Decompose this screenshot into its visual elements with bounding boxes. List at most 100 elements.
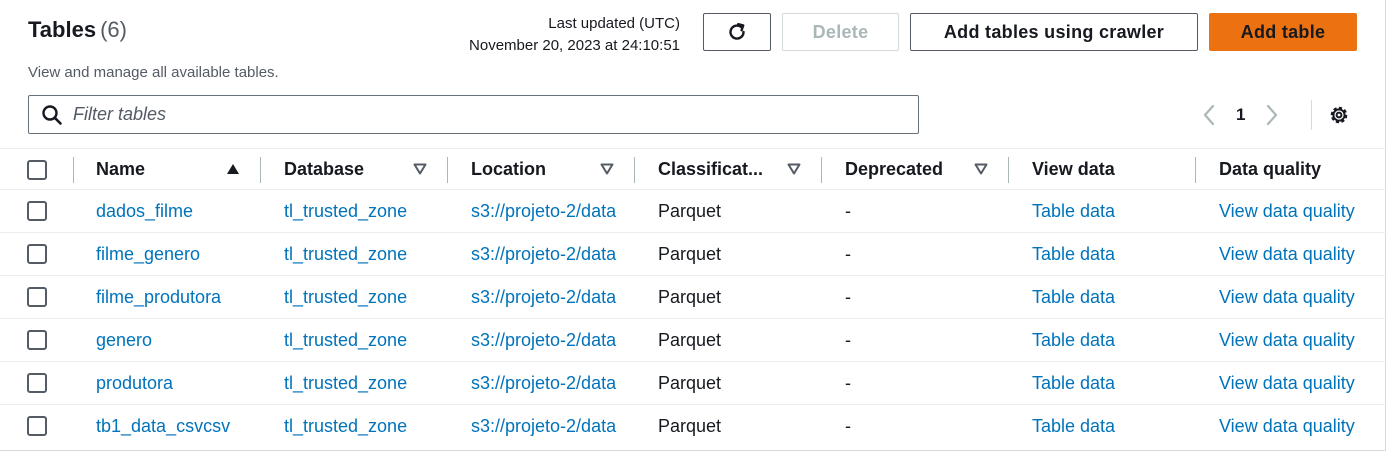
location-link[interactable]: s3://projeto-2/data (471, 190, 637, 232)
column-header-name[interactable]: Name (96, 149, 260, 190)
column-header-data-quality-label: Data quality (1219, 159, 1322, 179)
location-link[interactable]: s3://projeto-2/data (471, 319, 637, 361)
table-data-link[interactable]: Table data (1032, 276, 1192, 318)
sort-ascending-icon (227, 164, 239, 174)
delete-button[interactable]: Delete (782, 13, 899, 51)
deprecated-cell: - (845, 372, 851, 393)
view-data-quality-link[interactable]: View data quality (1219, 190, 1379, 232)
classification-cell: Parquet (658, 243, 722, 264)
preferences-button[interactable] (1327, 103, 1351, 132)
classification-cell: Parquet (658, 372, 722, 393)
sort-descending-icon (413, 163, 427, 175)
column-divider (821, 157, 822, 183)
view-data-quality-link[interactable]: View data quality (1219, 319, 1379, 361)
previous-page-button[interactable] (1196, 104, 1222, 126)
select-all-checkbox[interactable] (27, 159, 47, 180)
location-link[interactable]: s3://projeto-2/data (471, 362, 637, 404)
table-name-link[interactable]: filme_genero (96, 233, 256, 275)
row-select-checkbox[interactable] (27, 373, 47, 393)
table-data-link[interactable]: Table data (1032, 405, 1192, 447)
table-data-link[interactable]: Table data (1032, 190, 1192, 232)
table-body: dados_filme tl_trusted_zone s3://projeto… (0, 190, 1386, 448)
row-select-checkbox[interactable] (27, 416, 47, 436)
view-data-quality-link[interactable]: View data quality (1219, 276, 1379, 318)
table-row: genero tl_trusted_zone s3://projeto-2/da… (0, 319, 1386, 362)
view-data-quality-link[interactable]: View data quality (1219, 405, 1379, 447)
current-page-number[interactable]: 1 (1236, 105, 1245, 125)
chevron-left-icon (1203, 104, 1215, 126)
sort-descending-icon (974, 163, 988, 175)
gear-icon (1330, 106, 1348, 124)
view-data-quality-link[interactable]: View data quality (1219, 362, 1379, 404)
classification-cell: Parquet (658, 415, 722, 436)
location-link[interactable]: s3://projeto-2/data (471, 233, 637, 275)
filter-tables-input[interactable] (73, 104, 893, 125)
table-data-link[interactable]: Table data (1032, 362, 1192, 404)
sort-descending-icon (600, 163, 614, 175)
search-icon (42, 104, 62, 125)
row-select-checkbox[interactable] (27, 244, 47, 264)
pagination: 1 (1196, 100, 1285, 130)
column-header-classification-label: Classificat... (658, 159, 764, 179)
table-row: dados_filme tl_trusted_zone s3://projeto… (0, 190, 1386, 233)
row-select-checkbox[interactable] (27, 287, 47, 307)
column-divider (73, 157, 74, 183)
table-row: filme_genero tl_trusted_zone s3://projet… (0, 233, 1386, 276)
column-divider (1008, 157, 1009, 183)
add-tables-crawler-button[interactable]: Add tables using crawler (910, 13, 1198, 51)
classification-cell: Parquet (658, 200, 722, 221)
last-updated-label: Last updated (UTC) (548, 15, 680, 32)
table-row: tb1_data_csvcsv tl_trusted_zone s3://pro… (0, 405, 1386, 448)
table-data-link[interactable]: Table data (1032, 233, 1192, 275)
column-divider (634, 157, 635, 183)
view-data-quality-link[interactable]: View data quality (1219, 233, 1379, 275)
refresh-button[interactable] (703, 13, 771, 51)
table-name-link[interactable]: tb1_data_csvcsv (96, 405, 256, 447)
database-link[interactable]: tl_trusted_zone (284, 190, 444, 232)
deprecated-cell: - (845, 200, 851, 221)
refresh-icon (729, 23, 745, 40)
table-row: produtora tl_trusted_zone s3://projeto-2… (0, 362, 1386, 405)
location-link[interactable]: s3://projeto-2/data (471, 405, 637, 447)
column-header-database-label: Database (284, 159, 365, 179)
tables-table: Name Database Location Classificat... De… (0, 148, 1386, 448)
row-select-checkbox[interactable] (27, 201, 47, 221)
row-select-checkbox[interactable] (27, 330, 47, 350)
table-data-link[interactable]: Table data (1032, 319, 1192, 361)
classification-cell: Parquet (658, 286, 722, 307)
next-page-button[interactable] (1259, 104, 1285, 126)
table-name-link[interactable]: produtora (96, 362, 256, 404)
column-header-location[interactable]: Location (471, 149, 634, 190)
pager-divider (1311, 100, 1312, 130)
database-link[interactable]: tl_trusted_zone (284, 319, 444, 361)
column-header-view-data: View data (1032, 149, 1195, 190)
table-header-row: Name Database Location Classificat... De… (0, 148, 1386, 190)
page-title: Tables (6) (28, 17, 127, 43)
column-header-deprecated-label: Deprecated (845, 159, 944, 179)
database-link[interactable]: tl_trusted_zone (284, 233, 444, 275)
column-header-database[interactable]: Database (284, 149, 447, 190)
database-link[interactable]: tl_trusted_zone (284, 276, 444, 318)
deprecated-cell: - (845, 415, 851, 436)
column-header-deprecated[interactable]: Deprecated (845, 149, 1008, 190)
table-name-link[interactable]: filme_produtora (96, 276, 256, 318)
column-divider (447, 157, 448, 183)
column-header-name-label: Name (96, 159, 146, 179)
database-link[interactable]: tl_trusted_zone (284, 405, 444, 447)
column-header-data-quality: Data quality (1219, 149, 1386, 190)
classification-cell: Parquet (658, 329, 722, 350)
table-name-link[interactable]: dados_filme (96, 190, 256, 232)
select-all-cell (27, 149, 47, 190)
table-name-link[interactable]: genero (96, 319, 256, 361)
chevron-right-icon (1267, 104, 1278, 126)
tables-panel: Tables (6) View and manage all available … (0, 0, 1386, 451)
database-link[interactable]: tl_trusted_zone (284, 362, 444, 404)
column-header-location-label: Location (471, 159, 546, 179)
title-text: Tables (28, 17, 97, 42)
deprecated-cell: - (845, 243, 851, 264)
location-link[interactable]: s3://projeto-2/data (471, 276, 637, 318)
add-table-button[interactable]: Add table (1209, 13, 1357, 51)
column-header-classification[interactable]: Classificat... (658, 149, 821, 190)
column-divider (1195, 157, 1196, 183)
last-updated-value: November 20, 2023 at 24:10:51 (469, 37, 680, 54)
